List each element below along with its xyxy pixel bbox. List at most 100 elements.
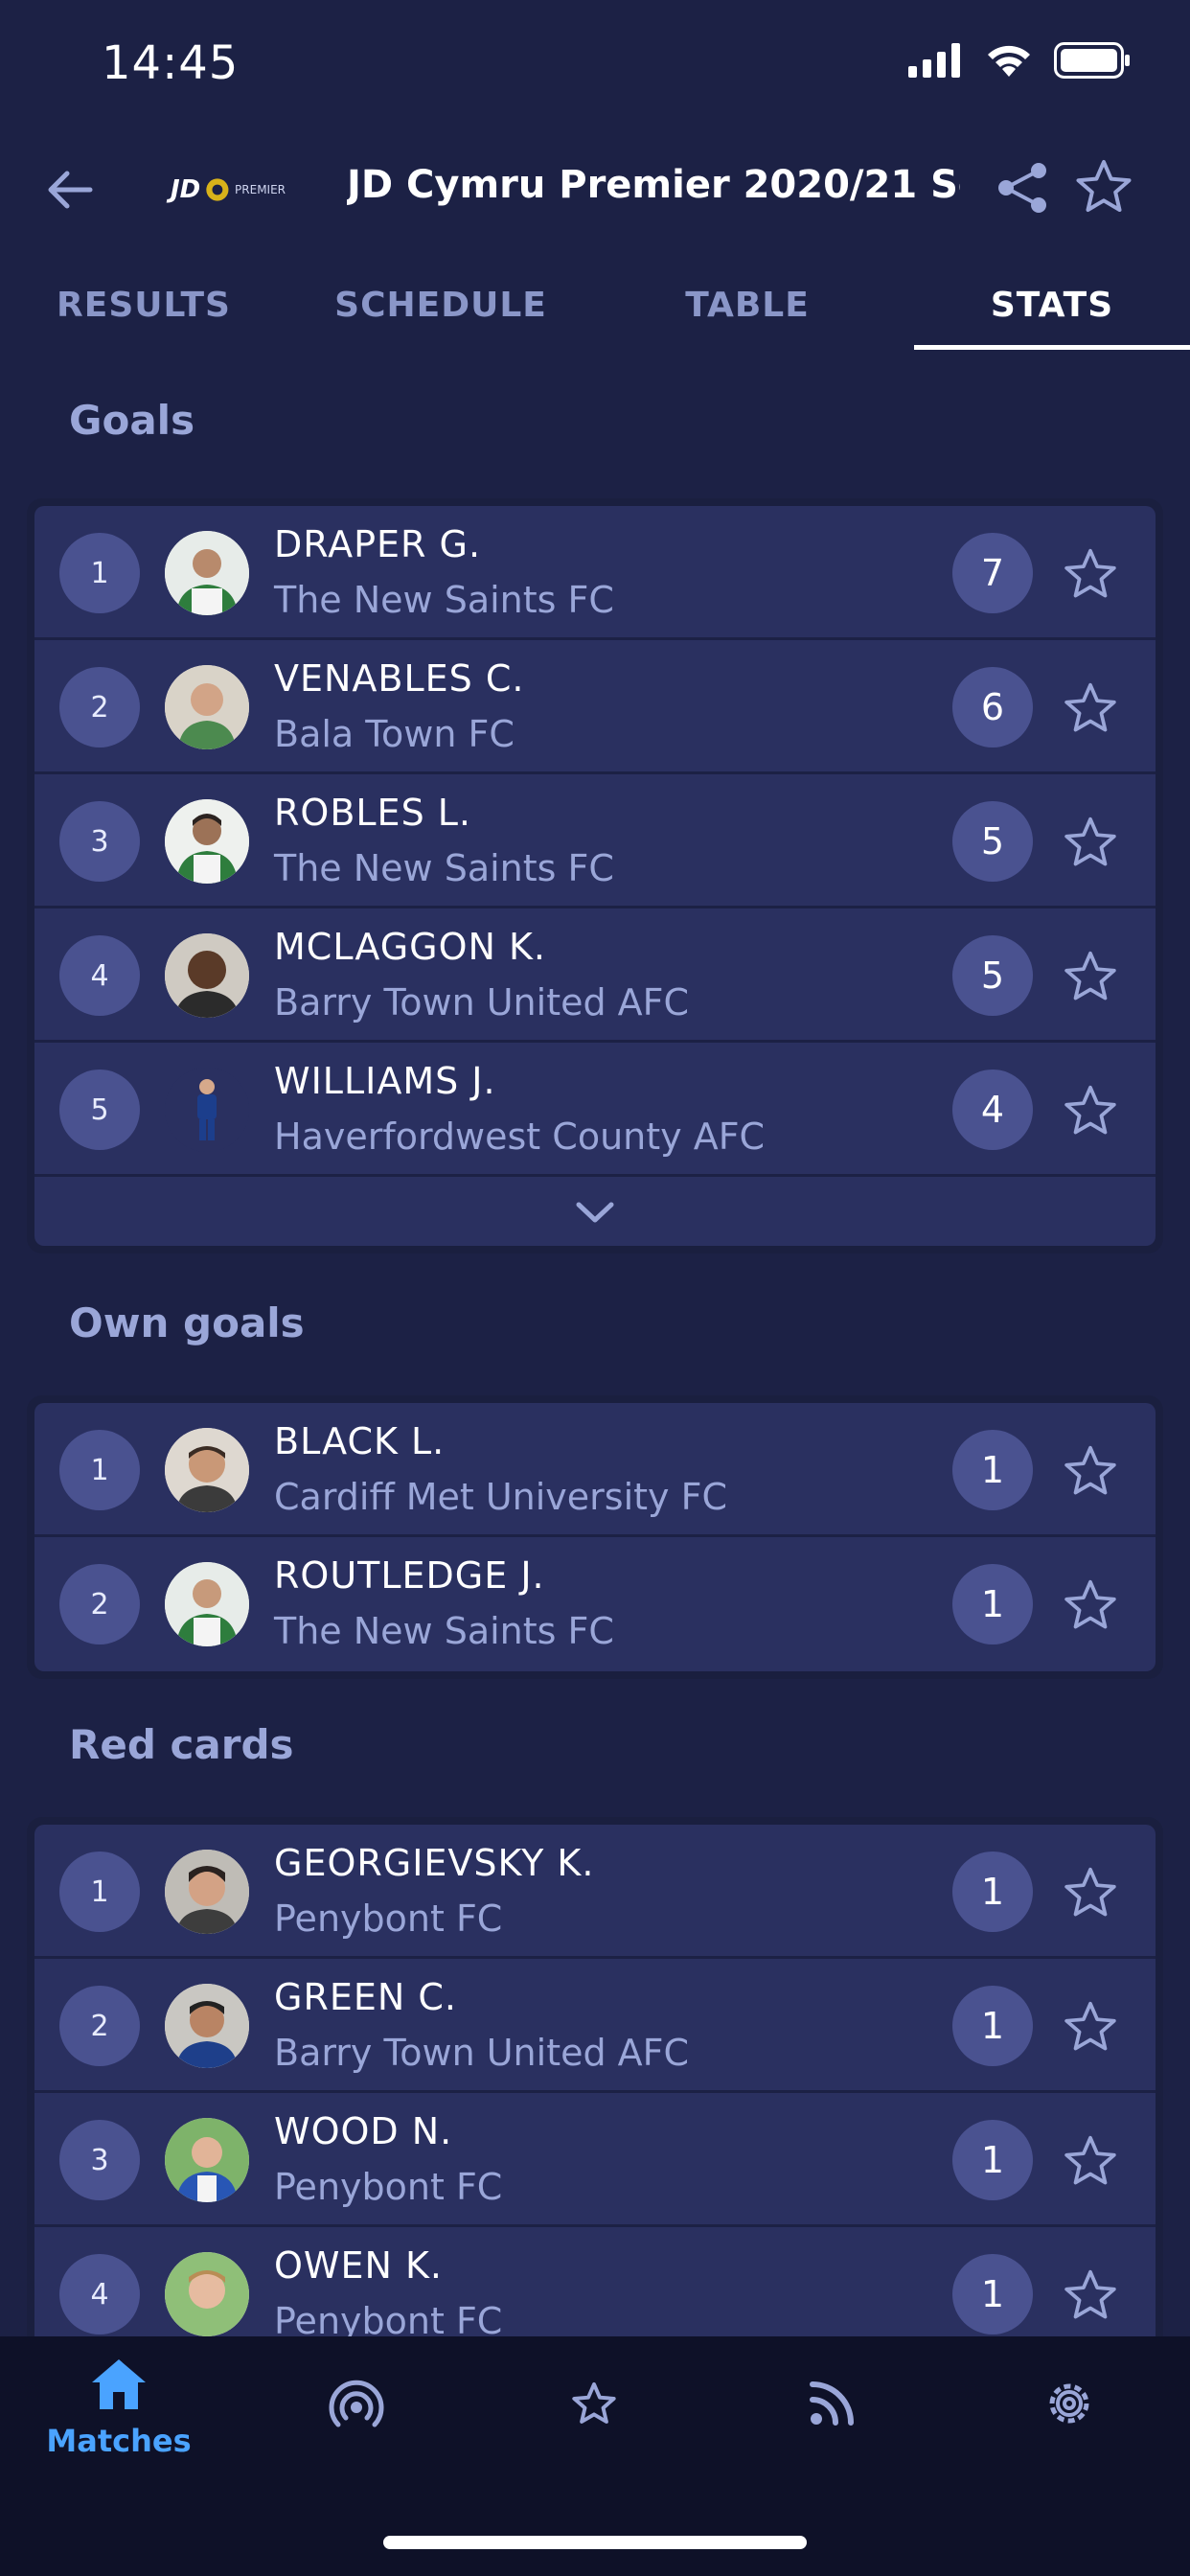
favorite-player-button[interactable] — [1062, 2133, 1119, 2191]
avatar — [165, 665, 249, 749]
tab-bar: RESULTS SCHEDULE TABLE STATS — [0, 268, 1190, 351]
nav-live[interactable] — [270, 2356, 443, 2471]
favorite-player-button[interactable] — [1062, 1999, 1119, 2057]
player-name: WILLIAMS J. — [274, 1060, 496, 1102]
tab-table[interactable]: TABLE — [604, 286, 891, 351]
player-name: BLACK L. — [274, 1420, 446, 1462]
table-row[interactable]: 2 GREEN C. Barry Town United AFC 1 — [34, 1959, 1156, 2093]
rank-badge: 4 — [59, 935, 140, 1016]
player-name: DRAPER G. — [274, 523, 482, 565]
team-name: Cardiff Met University FC — [274, 1476, 728, 1518]
app-header: JD PREMIER JD Cymru Premier 2020/21 Se..… — [0, 144, 1190, 236]
team-name: Penybont FC — [274, 1898, 503, 1940]
nav-matches[interactable]: Matches — [33, 2356, 205, 2471]
home-icon — [92, 2359, 146, 2409]
share-icon — [998, 163, 1046, 213]
gear-icon — [1049, 2383, 1089, 2424]
favorite-player-button[interactable] — [1062, 1083, 1119, 1140]
tab-stats[interactable]: STATS — [908, 286, 1190, 351]
table-row[interactable]: 2 ROUTLEDGE J. The New Saints FC 1 — [34, 1537, 1156, 1671]
status-icons — [908, 42, 1131, 79]
favorite-player-button[interactable] — [1062, 546, 1119, 604]
red-cards-card: 1 GEORGIEVSKY K. Penybont FC 1 2 GREEN C… — [27, 1817, 1163, 2369]
favorite-player-button[interactable] — [1062, 1443, 1119, 1501]
avatar — [165, 1428, 249, 1512]
table-row[interactable]: 1 GEORGIEVSKY K. Penybont FC 1 — [34, 1825, 1156, 1959]
nav-matches-label: Matches — [46, 2423, 192, 2459]
table-row[interactable]: 3 ROBLES L. The New Saints FC 5 — [34, 774, 1156, 908]
favorite-competition-button[interactable] — [1073, 157, 1134, 218]
player-name: WOOD N. — [274, 2110, 453, 2152]
rank-badge: 2 — [59, 1986, 140, 2066]
favorite-player-button[interactable] — [1062, 815, 1119, 872]
chevron-down-icon — [576, 1202, 614, 1223]
share-button[interactable] — [993, 157, 1054, 218]
star-outline-icon — [1064, 1445, 1116, 1495]
avatar — [165, 1984, 249, 2068]
rank-badge: 1 — [59, 1852, 140, 1932]
favorite-player-button[interactable] — [1062, 1865, 1119, 1922]
star-outline-icon — [1076, 160, 1132, 212]
team-name: The New Saints FC — [274, 579, 614, 621]
tab-schedule[interactable]: SCHEDULE — [297, 286, 584, 351]
favorite-player-button[interactable] — [1062, 949, 1119, 1006]
stat-value: 5 — [952, 935, 1033, 1016]
signal-icon — [908, 43, 960, 78]
player-name: VENABLES C. — [274, 657, 525, 700]
live-icon — [329, 2380, 384, 2427]
stat-value: 1 — [952, 2120, 1033, 2200]
avatar — [165, 933, 249, 1018]
own-goals-card: 1 BLACK L. Cardiff Met University FC 1 2… — [27, 1395, 1163, 1679]
goals-card: 1 DRAPER G. The New Saints FC 7 2 VENABL… — [27, 498, 1163, 1254]
star-outline-icon — [1064, 682, 1116, 732]
page-title: JD Cymru Premier 2020/21 Se... — [347, 163, 960, 207]
home-indicator — [383, 2536, 807, 2549]
stat-value: 6 — [952, 667, 1033, 748]
player-name: GEORGIEVSKY K. — [274, 1842, 595, 1884]
table-row[interactable]: 1 DRAPER G. The New Saints FC 7 — [34, 506, 1156, 640]
avatar — [165, 531, 249, 615]
table-row[interactable]: 1 BLACK L. Cardiff Met University FC 1 — [34, 1403, 1156, 1537]
table-row[interactable]: 2 VENABLES C. Bala Town FC 6 — [34, 640, 1156, 774]
dragon-badge-icon — [206, 178, 229, 201]
nav-news[interactable] — [745, 2356, 918, 2471]
star-outline-icon — [1064, 1867, 1116, 1917]
show-more-button[interactable] — [34, 1177, 1156, 1246]
avatar — [165, 1562, 249, 1646]
avatar — [165, 1850, 249, 1934]
star-outline-icon — [1064, 951, 1116, 1000]
favorite-player-button[interactable] — [1062, 2267, 1119, 2325]
status-bar: 14:45 — [0, 0, 1190, 134]
star-outline-icon — [1064, 2269, 1116, 2319]
team-name: Barry Town United AFC — [274, 981, 690, 1024]
league-logo-text: JD — [171, 175, 201, 204]
favorite-player-button[interactable] — [1062, 1577, 1119, 1635]
star-outline-icon — [1064, 2135, 1116, 2185]
stat-value: 1 — [952, 1430, 1033, 1510]
battery-icon — [1054, 42, 1130, 79]
status-time: 14:45 — [102, 36, 240, 90]
section-title-red-cards: Red cards — [69, 1721, 294, 1768]
stat-value: 1 — [952, 1564, 1033, 1644]
table-row[interactable]: 4 MCLAGGON K. Barry Town United AFC 5 — [34, 908, 1156, 1043]
avatar — [165, 2118, 249, 2202]
tab-results[interactable]: RESULTS — [0, 286, 287, 351]
avatar — [165, 1068, 249, 1152]
nav-favorites[interactable] — [508, 2356, 680, 2471]
star-outline-icon — [1064, 2001, 1116, 2051]
nav-settings[interactable] — [983, 2356, 1156, 2471]
favorite-player-button[interactable] — [1062, 680, 1119, 738]
table-row[interactable]: 3 WOOD N. Penybont FC 1 — [34, 2093, 1156, 2227]
rank-badge: 4 — [59, 2254, 140, 2334]
star-outline-icon — [1064, 548, 1116, 598]
player-name: GREEN C. — [274, 1976, 457, 2018]
team-name: Penybont FC — [274, 2166, 503, 2208]
back-button[interactable] — [42, 161, 100, 218]
team-name: Haverfordwest County AFC — [274, 1116, 766, 1158]
wifi-icon — [988, 45, 1030, 77]
player-name: OWEN K. — [274, 2244, 443, 2287]
stat-value: 1 — [952, 1852, 1033, 1932]
star-outline-icon — [1064, 816, 1116, 866]
team-name: The New Saints FC — [274, 1610, 614, 1652]
table-row[interactable]: 5 WILLIAMS J. Haverfordwest County AFC 4 — [34, 1043, 1156, 1177]
